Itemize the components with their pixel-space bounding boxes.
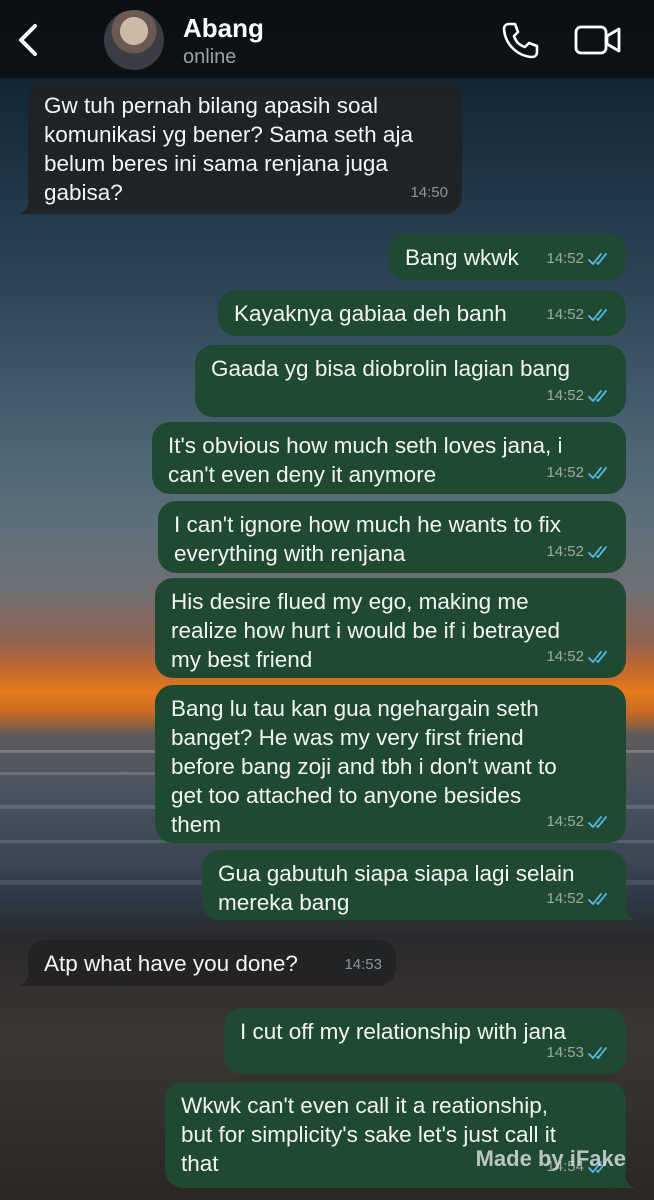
message-meta: 14:52 (546, 884, 612, 913)
message-meta: 14:53 (344, 950, 382, 979)
read-ticks-icon (588, 650, 607, 663)
message-meta: 14:52 (546, 381, 612, 410)
incoming-message-bubble[interactable]: Gw tuh pernah bilang apasih soal komunik… (19, 82, 462, 214)
message-text: It's obvious how much seth loves jana, i… (168, 433, 563, 487)
read-ticks-icon (588, 466, 607, 479)
message-time: 14:53 (546, 1044, 584, 1061)
video-call-icon[interactable] (574, 22, 622, 58)
call-icon[interactable] (500, 20, 540, 60)
message-meta: 14:52 (546, 807, 612, 836)
read-ticks-icon (588, 1046, 607, 1059)
message-time: 14:50 (410, 184, 448, 201)
chat-header: Abang online (0, 0, 654, 78)
outgoing-message-bubble[interactable]: I can't ignore how much he wants to fix … (158, 501, 626, 573)
bubble-tail (613, 898, 635, 920)
message-text: Atp what have you done? (44, 951, 298, 976)
message-meta: 14:52 (546, 300, 612, 329)
message-time: 14:52 (546, 464, 584, 481)
outgoing-message-bubble[interactable]: Kayaknya gabiaa deh banh 14:52 (218, 290, 626, 336)
bubble-tail (19, 192, 41, 214)
read-ticks-icon (588, 815, 607, 828)
message-text: Gw tuh pernah bilang apasih soal komunik… (44, 93, 413, 205)
outgoing-message-bubble[interactable]: Gaada yg bisa diobrolin lagian bang 14:52 (195, 345, 626, 417)
outgoing-message-bubble[interactable]: His desire flued my ego, making me reali… (155, 578, 626, 678)
outgoing-message-bubble[interactable]: It's obvious how much seth loves jana, i… (152, 422, 626, 494)
contact-avatar[interactable] (104, 10, 164, 70)
outgoing-message-bubble[interactable]: Wkwk can't even call it a reationship, b… (165, 1082, 635, 1188)
read-ticks-icon (588, 892, 607, 905)
outgoing-message-bubble[interactable]: Bang lu tau kan gua ngehargain seth bang… (155, 685, 626, 843)
read-ticks-icon (588, 545, 607, 558)
message-time: 14:52 (546, 813, 584, 830)
message-meta: 14:52 (546, 458, 612, 487)
outgoing-message-bubble[interactable]: I cut off my relationship with jana 14:53 (224, 1008, 626, 1074)
message-meta: 14:52 (546, 642, 612, 671)
message-time: 14:52 (546, 648, 584, 665)
message-time: 14:52 (546, 543, 584, 560)
outgoing-message-bubble[interactable]: Bang wkwk 14:52 (389, 234, 626, 280)
message-meta: 14:50 (410, 178, 448, 207)
message-time: 14:53 (344, 956, 382, 973)
read-ticks-icon (588, 252, 607, 265)
contact-name[interactable]: Abang (183, 13, 264, 44)
message-time: 14:52 (546, 387, 584, 404)
read-ticks-icon (588, 389, 607, 402)
watermark-label: Made by iFake (475, 1146, 626, 1171)
read-ticks-icon (588, 308, 607, 321)
message-text: Gaada yg bisa diobrolin lagian bang (211, 356, 571, 381)
message-meta: 14:52 (546, 244, 612, 273)
incoming-message-bubble[interactable]: Atp what have you done? 14:53 (19, 940, 396, 986)
outgoing-message-bubble[interactable]: Gua gabutuh siapa siapa lagi selain mere… (202, 850, 635, 920)
bubble-tail (19, 964, 41, 986)
message-meta: 14:53 (546, 1038, 612, 1067)
message-time: 14:52 (546, 250, 584, 267)
back-icon[interactable] (14, 20, 42, 60)
message-meta: 14:52 (546, 537, 612, 566)
message-time: 14:52 (546, 890, 584, 907)
message-time: 14:52 (546, 306, 584, 323)
contact-status: online (183, 46, 237, 68)
